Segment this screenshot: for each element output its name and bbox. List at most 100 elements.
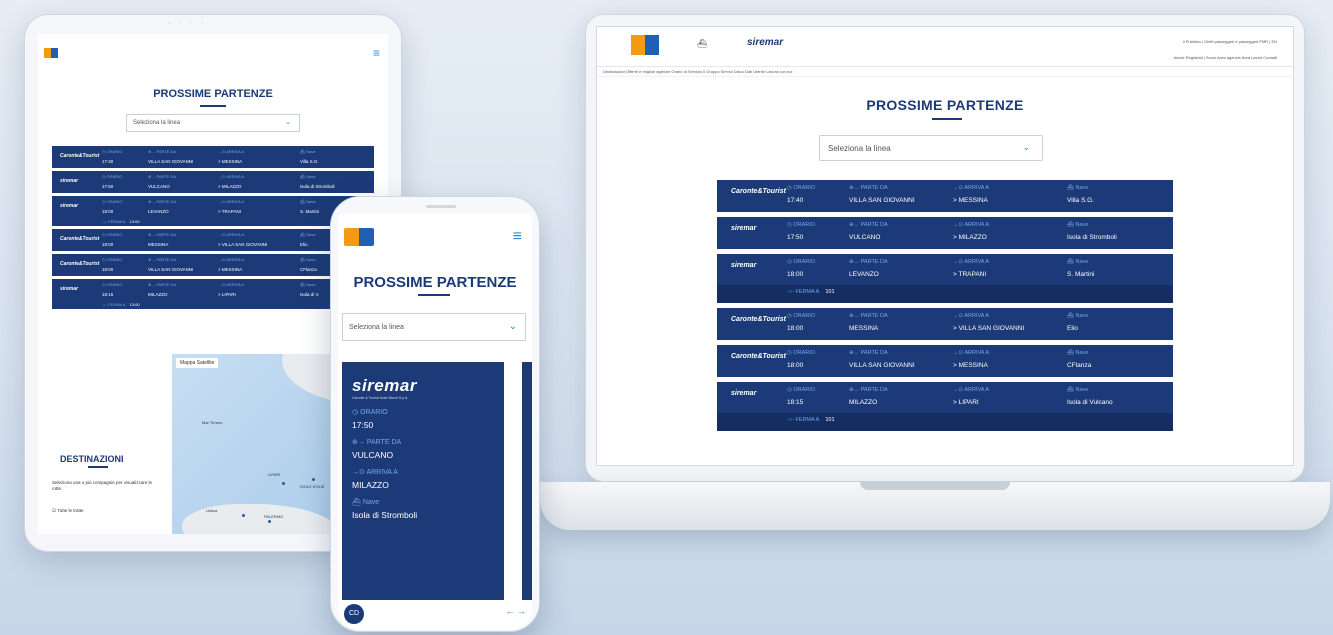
parte-label: PARTE DA xyxy=(860,259,888,265)
orario-label: ORARIO xyxy=(793,313,816,319)
arrival-port: > TRAPANI xyxy=(953,271,987,278)
departure-row[interactable]: Caronte&Tourist ◷ ORARIO 17:40 ⊕→ PARTE DA V… xyxy=(717,180,1173,212)
arrival-port: > MILAZZO xyxy=(953,234,987,241)
fermata-label: FERMA A xyxy=(108,219,126,224)
hamburger-menu-icon[interactable]: ≡ xyxy=(513,228,522,246)
arrival-port: > MILAZZO xyxy=(218,184,242,189)
departure-port: MILAZZO xyxy=(849,399,878,406)
ship-icon: ⛴ xyxy=(1067,387,1076,393)
line-select[interactable]: Seleziona la linea ⌄ xyxy=(126,114,300,132)
all-routes-checkbox[interactable]: ☑ Tutte le tratte xyxy=(52,508,84,514)
line-select-placeholder: Seleziona la linea xyxy=(828,144,891,153)
arrival-icon: →⊙ xyxy=(218,149,227,154)
departure-row[interactable]: Caronte&Tourist ◷ ORARIO 18:00 ⊕→ PARTE DA M… xyxy=(52,229,374,251)
map-port-marker[interactable] xyxy=(268,520,271,523)
company-logo: Caronte&Tourist xyxy=(60,261,100,267)
departure-time: 17:50 xyxy=(102,184,114,189)
chat-fab-button[interactable]: CD xyxy=(344,604,364,624)
company-logo: siremar xyxy=(60,286,79,292)
map-type-tabs[interactable]: Mappa Satellite xyxy=(176,358,219,368)
ship-name: Isola di Vulcano xyxy=(1067,399,1113,406)
ship-name: Villa S.G. xyxy=(300,159,319,164)
ship-icon: ⛴ xyxy=(1067,222,1076,228)
site-header: ⛴ siremar Il Pubblico | Diritti passegge… xyxy=(597,27,1293,67)
departure-time: 18:00 xyxy=(102,209,114,214)
ship-name: Villa S.G. xyxy=(1067,197,1094,204)
departure-time: 17:40 xyxy=(787,197,804,204)
partner-logo-icon[interactable]: ⛴ xyxy=(697,39,707,48)
ship-name: Elio xyxy=(300,242,308,247)
departure-row[interactable]: siremar ◷ ORARIO 18:00 ⊕→ PARTE DA LEVANZO →⊙… xyxy=(52,196,374,226)
sub-nav[interactable]: Destinazioni Offerte e migliori agenzie … xyxy=(597,67,1293,77)
company-subtitle: Caronte & Tourist Isole Minori S.p.A. xyxy=(352,396,409,400)
arriva-label: ARRIVA A xyxy=(964,259,990,265)
ship-icon: ⛴ xyxy=(1067,185,1076,191)
departure-time: 18:00 xyxy=(102,242,114,247)
map-port-marker[interactable] xyxy=(282,482,285,485)
map-port-marker[interactable] xyxy=(242,514,245,517)
departure-row[interactable]: Caronte&Tourist ◷ ORARIO 18:00 ⊕→ PARTE DA V… xyxy=(52,254,374,276)
parte-label: PARTE DA xyxy=(156,174,177,179)
orario-label: ORARIO xyxy=(793,350,816,356)
carousel-arrows[interactable]: ← → xyxy=(505,606,526,616)
site-logo[interactable] xyxy=(344,228,374,246)
page-title: PROSSIME PARTENZE xyxy=(353,274,517,291)
arriva-label: ARRIVA A xyxy=(964,350,990,356)
brand-logo[interactable]: siremar xyxy=(747,37,783,48)
arrival-port: MILAZZO xyxy=(352,480,389,490)
site-logo[interactable] xyxy=(44,48,58,58)
title-underline xyxy=(418,294,450,296)
ship-name: Elio xyxy=(1067,325,1078,332)
departure-time: 18:15 xyxy=(787,399,804,406)
arriva-label: ARRIVA A xyxy=(226,232,245,237)
departure-port: MESSINA xyxy=(849,325,879,332)
map-port-marker[interactable] xyxy=(312,478,315,481)
site-logo[interactable] xyxy=(631,35,659,55)
chevron-down-icon: ⌄ xyxy=(1022,142,1030,152)
nave-label: Nave xyxy=(306,232,316,237)
ship-name: Isola di Stromboli xyxy=(1067,234,1117,241)
departure-time: 17:50 xyxy=(352,420,374,430)
top-links[interactable]: Il Pubblico | Diritti passeggeri e passe… xyxy=(1183,39,1277,44)
departure-port: MESSINA xyxy=(148,242,169,247)
company-logo: siremar xyxy=(731,262,757,269)
stop-value: 13:00 xyxy=(129,302,140,307)
line-select[interactable]: Seleziona la linea ⌄ xyxy=(819,135,1043,161)
orario-label: ORARIO xyxy=(106,257,123,262)
departure-row[interactable]: siremar ◷ ORARIO 17:50 ⊕→ PARTE DA VULCANO →⊙… xyxy=(52,171,374,193)
arriva-label: ARRIVA A xyxy=(964,387,990,393)
next-card-peek[interactable] xyxy=(522,362,532,600)
parte-label: PARTE DA xyxy=(156,282,177,287)
map-label: ISOLE EOLIE xyxy=(300,484,325,489)
departure-card[interactable]: siremar Caronte & Tourist Isole Minori S… xyxy=(342,362,504,600)
departure-icon: ⊕→ xyxy=(849,387,861,393)
parte-label: PARTE DA xyxy=(156,149,177,154)
departure-row[interactable]: Caronte&Tourist ◷ ORARIO 17:40 ⊕→ PARTE DA V… xyxy=(52,146,374,168)
hamburger-menu-icon[interactable]: ≡ xyxy=(373,46,380,60)
arrival-port: > MESSINA xyxy=(218,267,243,272)
fermata-label: FERMA A xyxy=(795,289,820,295)
ship-name: Isola di Stromboli xyxy=(352,510,418,520)
ship-icon: ⛴ xyxy=(352,499,363,506)
arrival-port: > LIPARI xyxy=(218,292,236,297)
departure-row[interactable]: Caronte&Tourist ◷ ORARIO 18:00 ⊕→ PARTE DA V… xyxy=(717,345,1173,377)
nave-label: Nave xyxy=(306,199,316,204)
departure-row[interactable]: Caronte&Tourist ◷ ORARIO 18:00 ⊕→ PARTE DA M… xyxy=(717,308,1173,340)
departure-row[interactable]: siremar ◷ ORARIO 17:50 ⊕→ PARTE DA VULCANO →⊙… xyxy=(717,217,1173,249)
departure-row[interactable]: siremar ◷ ORARIO 18:15 ⊕→ PARTE DA MILAZZO →⊙… xyxy=(717,382,1173,431)
nave-label: Nave xyxy=(306,149,316,154)
arrival-port: > MESSINA xyxy=(953,197,988,204)
ship-name: S. Martini xyxy=(300,209,320,214)
departure-port: MILAZZO xyxy=(148,292,168,297)
parte-label: PARTE DA xyxy=(860,185,888,191)
clock-icon: ◷ xyxy=(352,409,361,416)
line-select[interactable]: Seleziona la linea ⌄ xyxy=(342,313,526,341)
orario-label: ORARIO xyxy=(106,232,123,237)
ship-name: Isola di V. xyxy=(300,292,320,297)
tablet-camera: · · · · xyxy=(168,18,207,27)
departure-row[interactable]: siremar ◷ ORARIO 18:15 ⊕→ PARTE DA MILAZZO →⊙… xyxy=(52,279,374,309)
arrival-port: > LIPARI xyxy=(953,399,979,406)
departure-row[interactable]: siremar ◷ ORARIO 18:00 ⊕→ PARTE DA LEVANZO →⊙… xyxy=(717,254,1173,303)
main-nav[interactable]: Aiuole Registrati | Scuro Area agenzie A… xyxy=(1173,55,1277,60)
arriva-label: ARRIVA A xyxy=(226,282,245,287)
